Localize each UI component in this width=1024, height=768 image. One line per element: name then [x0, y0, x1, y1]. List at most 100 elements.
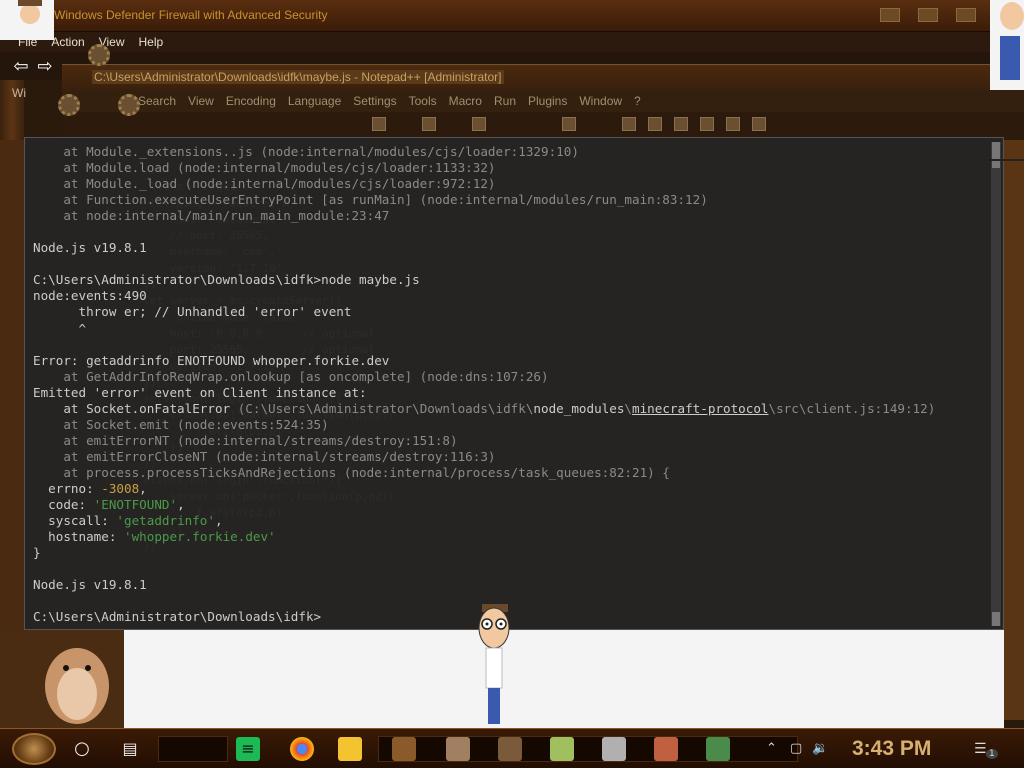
console-text-segment: Error: getaddrinfo ENOTFOUND whopper.for…	[33, 352, 390, 368]
console-line: Node.js v19.8.1	[33, 240, 935, 256]
console-line: syscall: 'getaddrinfo',	[33, 513, 935, 529]
task-view-icon[interactable]: ▤	[118, 737, 142, 761]
console-line: Node.js v19.8.1	[33, 577, 935, 593]
console-text-segment: syscall:	[33, 513, 117, 529]
show-hidden-icons-icon[interactable]: ⌃	[766, 741, 777, 756]
notepadpp-icon[interactable]	[550, 737, 574, 761]
divider	[980, 159, 1024, 161]
maximize-button[interactable]	[918, 8, 938, 22]
console-text-segment	[33, 561, 41, 576]
console-window[interactable]: at Module._extensions..js (node:internal…	[24, 137, 1004, 630]
console-text-segment: at emitErrorNT (node:internal/streams/de…	[33, 432, 458, 448]
npp-menu-settings[interactable]: Settings	[353, 94, 396, 112]
firewall-title-bar[interactable]: Windows Defender Firewall with Advanced …	[0, 0, 1024, 32]
firewall-tree-item[interactable]: Wi	[12, 86, 26, 100]
console-line: at node:internal/main/run_main_module:23…	[33, 208, 935, 224]
console-text-segment: 'getaddrinfo'	[116, 513, 215, 529]
notepadpp-window-title: C:\Users\Administrator\Downloads\idfk\ma…	[92, 70, 504, 84]
console-text-segment: 'ENOTFOUND'	[93, 497, 178, 513]
npp-menu-macro[interactable]: Macro	[449, 94, 482, 112]
gear-icon	[118, 94, 140, 116]
notification-center-icon[interactable]: ☰	[974, 741, 987, 757]
console-output: at Module._extensions..js (node:internal…	[33, 144, 935, 625]
toolbar-button[interactable]	[752, 117, 766, 131]
menu-action[interactable]: Action	[51, 35, 84, 52]
console-text-segment: throw er; // Unhandled 'error' event	[33, 304, 352, 320]
console-line: ^	[33, 321, 935, 337]
npp-menu-plugins[interactable]: Plugins	[528, 94, 567, 112]
app-icon-2[interactable]	[446, 737, 470, 761]
clock[interactable]: 3:43 PM	[852, 737, 931, 761]
app-icon-3[interactable]	[602, 737, 626, 761]
chrome-icon[interactable]	[290, 737, 314, 761]
app-icon-1[interactable]	[392, 737, 416, 761]
notification-count-badge: 1	[986, 749, 998, 759]
toolbar-button[interactable]	[648, 117, 662, 131]
console-text-segment: at Module._load (node:internal/modules/c…	[33, 176, 496, 192]
notepadpp-title-bar[interactable]: C:\Users\Administrator\Downloads\idfk\ma…	[62, 64, 1024, 90]
minimize-button[interactable]	[880, 8, 900, 22]
console-text-segment: ,	[214, 513, 223, 529]
console-line: Emitted 'error' event on Client instance…	[33, 385, 935, 401]
console-line: errno: -3008,	[33, 481, 935, 497]
console-text-segment: at process.processTicksAndRejections (no…	[33, 464, 670, 480]
npp-menu-encoding[interactable]: Encoding	[226, 94, 276, 112]
console-text-segment: at Module._extensions..js (node:internal…	[33, 144, 579, 159]
scrollbar-down-arrow[interactable]	[992, 612, 1000, 626]
corner-character-left	[0, 0, 54, 40]
npp-menu-search[interactable]: Search	[138, 94, 176, 112]
console-line: Error: getaddrinfo ENOTFOUND whopper.for…	[33, 353, 935, 369]
console-text-segment: }	[33, 545, 41, 561]
app-icon-5[interactable]	[706, 737, 730, 761]
app-icon-4[interactable]	[654, 737, 678, 761]
console-scrollbar[interactable]	[991, 142, 1001, 626]
console-text-segment: C:\Users\Administrator\Downloads\idfk>	[33, 609, 322, 625]
toolbar-button[interactable]	[472, 117, 486, 131]
file-explorer-icon[interactable]	[338, 737, 362, 761]
console-line: }	[33, 545, 935, 561]
toolbar-button[interactable]	[562, 117, 576, 131]
npp-menu-window[interactable]: Window	[579, 94, 622, 112]
minecraft-icon[interactable]	[498, 737, 522, 761]
console-text-segment: \src\client.js:149:12)	[768, 400, 936, 416]
console-line: C:\Users\Administrator\Downloads\idfk>no…	[33, 272, 935, 288]
toolbar-button[interactable]	[674, 117, 688, 131]
network-icon[interactable]: ▢	[790, 741, 802, 756]
npp-menu-run[interactable]: Run	[494, 94, 516, 112]
toolbar-button[interactable]	[372, 117, 386, 131]
console-text-segment: errno:	[33, 480, 102, 496]
volume-icon[interactable]: 🔉	[812, 741, 828, 756]
spotify-icon[interactable]: ≡	[236, 737, 260, 761]
console-text-segment: \	[624, 400, 633, 416]
back-arrow-icon[interactable]: ⇦	[10, 56, 32, 77]
console-text-segment	[33, 224, 41, 239]
menu-help[interactable]: Help	[139, 35, 164, 52]
console-text-segment	[33, 593, 41, 608]
npp-menu-language[interactable]: Language	[288, 94, 341, 112]
console-line: hostname: 'whopper.forkie.dev'	[33, 529, 935, 545]
console-line: at Module._load (node:internal/modules/c…	[33, 176, 935, 192]
console-line: throw er; // Unhandled 'error' event	[33, 304, 935, 320]
forward-arrow-icon[interactable]: ⇨	[34, 56, 56, 77]
toolbar-button[interactable]	[726, 117, 740, 131]
console-line	[33, 224, 935, 240]
toolbar-button[interactable]	[422, 117, 436, 131]
toolbar-button[interactable]	[622, 117, 636, 131]
npp-menu-tools[interactable]: Tools	[409, 94, 437, 112]
console-text-segment: 'whopper.forkie.dev'	[124, 529, 276, 545]
scrollbar-thumb[interactable]	[992, 142, 1000, 168]
toolbar-button[interactable]	[700, 117, 714, 131]
firewall-window-title: Windows Defender Firewall with Advanced …	[54, 8, 328, 22]
console-text-segment: minecraft-protocol	[632, 400, 769, 416]
npp-menu-help[interactable]: ?	[634, 94, 641, 112]
console-text-segment: at node:internal/main/run_main_module:23…	[33, 208, 390, 224]
console-line	[33, 561, 935, 577]
hamster-image	[45, 648, 109, 724]
cortana-icon[interactable]: ○	[70, 737, 94, 761]
console-text-segment: at Socket.emit (node:events:524:35)	[33, 416, 329, 432]
start-button[interactable]	[12, 733, 56, 765]
console-text-segment: at Function.executeUserEntryPoint [as ru…	[33, 192, 708, 208]
npp-menu-view[interactable]: View	[188, 94, 214, 112]
console-text-segment: node:events:490	[33, 288, 147, 304]
close-button[interactable]	[956, 8, 976, 22]
